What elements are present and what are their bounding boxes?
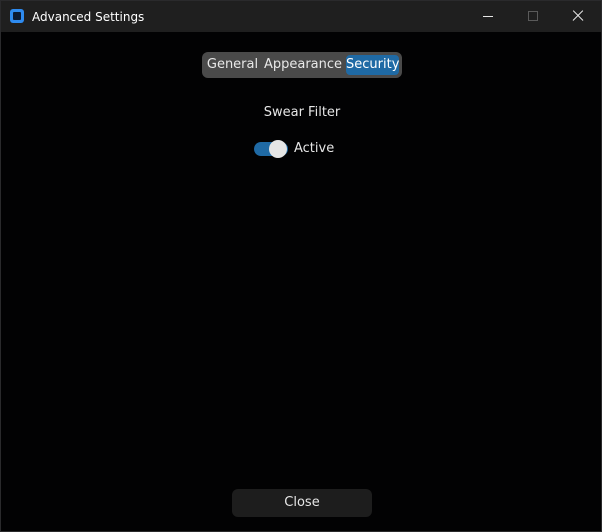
minimize-button[interactable] xyxy=(465,1,511,32)
maximize-button[interactable] xyxy=(510,1,556,32)
title-bar[interactable]: Advanced Settings xyxy=(1,1,601,32)
maximize-icon xyxy=(528,11,538,21)
tab-security[interactable]: Security xyxy=(346,55,399,75)
app-window-icon xyxy=(10,9,24,23)
toggle-knob xyxy=(269,140,287,158)
close-icon xyxy=(571,9,585,23)
settings-tab-bar: General Appearance Security xyxy=(202,52,402,78)
swear-filter-toggle[interactable] xyxy=(254,139,290,159)
tab-general[interactable]: General xyxy=(205,55,260,75)
close-button[interactable]: Close xyxy=(232,489,372,517)
tab-appearance[interactable]: Appearance xyxy=(262,55,344,75)
toggle-label[interactable]: Active xyxy=(294,140,334,158)
close-window-button[interactable] xyxy=(555,1,601,32)
minimize-icon xyxy=(483,16,493,17)
advanced-settings-window: Advanced Settings General Appearance Sec… xyxy=(0,0,602,532)
swear-filter-heading: Swear Filter xyxy=(263,105,341,120)
window-title: Advanced Settings xyxy=(32,10,145,24)
